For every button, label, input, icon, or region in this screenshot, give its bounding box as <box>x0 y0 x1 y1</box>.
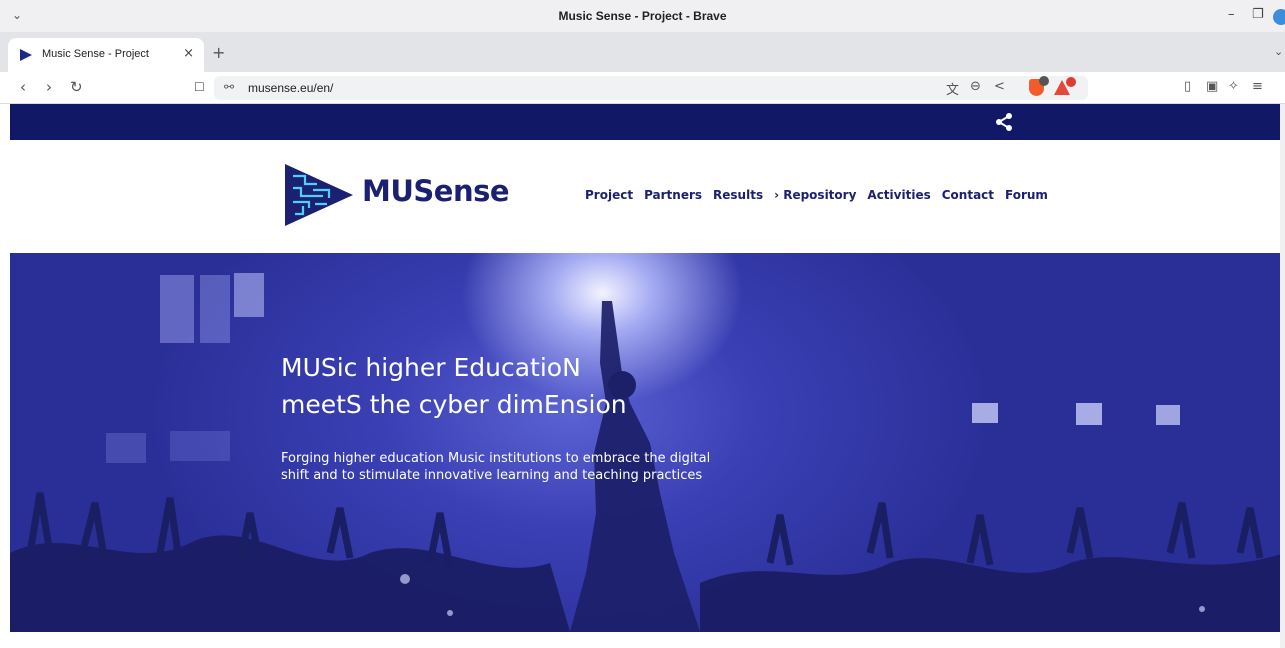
musense-favicon-icon <box>20 49 32 61</box>
brave-rewards-icon[interactable] <box>1054 77 1076 95</box>
nav-repository[interactable]: › Repository <box>774 188 856 206</box>
hero-title-line-1: MUSic higher EducatioN <box>281 353 581 382</box>
concert-crowd-image <box>10 273 1285 632</box>
brave-shields-icon[interactable] <box>1029 76 1049 96</box>
rewards-badge <box>1066 77 1076 87</box>
share-icon[interactable] <box>994 112 1014 132</box>
url-text[interactable]: musense.eu/en/ <box>248 81 333 95</box>
tab-strip: Music Sense - Project × + ⌄ <box>0 32 1285 72</box>
nav-partners[interactable]: Partners <box>644 188 702 206</box>
back-button[interactable]: ‹ <box>20 78 26 96</box>
brave-profile-icon[interactable] <box>1273 9 1285 25</box>
hero-banner: MUSic higher EducatioN meetS the cyber d… <box>10 253 1285 632</box>
main-menu-icon[interactable]: ≡ <box>1252 79 1263 94</box>
top-share-bar <box>10 104 1285 140</box>
translate-icon[interactable]: 文 <box>946 79 959 98</box>
musense-logo-icon[interactable] <box>283 162 355 228</box>
address-bar[interactable]: ⚯ musense.eu/en/ 文 ⊖ < <box>214 76 1088 100</box>
minimize-icon[interactable]: – <box>1228 7 1235 22</box>
nav-contact[interactable]: Contact <box>942 188 994 206</box>
zoom-icon[interactable]: ⊖ <box>970 79 981 94</box>
nav-project[interactable]: Project <box>585 188 633 206</box>
tab-label: Music Sense - Project <box>42 48 149 60</box>
nav-forum[interactable]: Forum <box>1005 188 1048 206</box>
new-tab-button[interactable]: + <box>212 43 225 62</box>
wallet-icon[interactable]: ▣ <box>1206 79 1218 94</box>
tab-music-sense[interactable]: Music Sense - Project × <box>8 38 204 72</box>
reload-button[interactable]: ↻ <box>70 78 83 96</box>
hero-title: MUSic higher EducatioN meetS the cyber d… <box>281 349 741 423</box>
main-nav: Project Partners Results › Repository Ac… <box>585 188 1048 206</box>
hero-subtitle: Forging higher education Music instituti… <box>281 451 711 483</box>
nav-results[interactable]: Results <box>713 188 763 206</box>
window-titlebar: ⌄ Music Sense - Project - Brave – ❐ <box>0 0 1285 32</box>
page-scrollbar[interactable] <box>1280 104 1285 648</box>
site-info-icon[interactable]: ⚯ <box>224 80 234 94</box>
nav-activities[interactable]: Activities <box>867 188 930 206</box>
hero-title-line-2: meetS the cyber dimEnsion <box>281 390 627 419</box>
browser-toolbar: ‹ › ↻ ☐ ⚯ musense.eu/en/ 文 ⊖ < ▯ ▣ ✧ ≡ <box>0 72 1285 104</box>
brand-name[interactable]: MUSense <box>362 174 510 208</box>
tab-close-icon[interactable]: × <box>183 46 194 61</box>
leo-ai-icon[interactable]: ✧ <box>1228 79 1239 94</box>
shields-badge <box>1039 76 1049 86</box>
forward-button[interactable]: › <box>46 78 52 96</box>
bookmark-icon[interactable]: ☐ <box>194 80 205 94</box>
share-page-icon[interactable]: < <box>994 79 1005 94</box>
tab-list-chevron-icon[interactable]: ⌄ <box>1274 45 1283 58</box>
restore-icon[interactable]: ❐ <box>1252 7 1264 22</box>
sidebar-icon[interactable]: ▯ <box>1184 79 1191 94</box>
window-title: Music Sense - Project - Brave <box>558 9 727 23</box>
